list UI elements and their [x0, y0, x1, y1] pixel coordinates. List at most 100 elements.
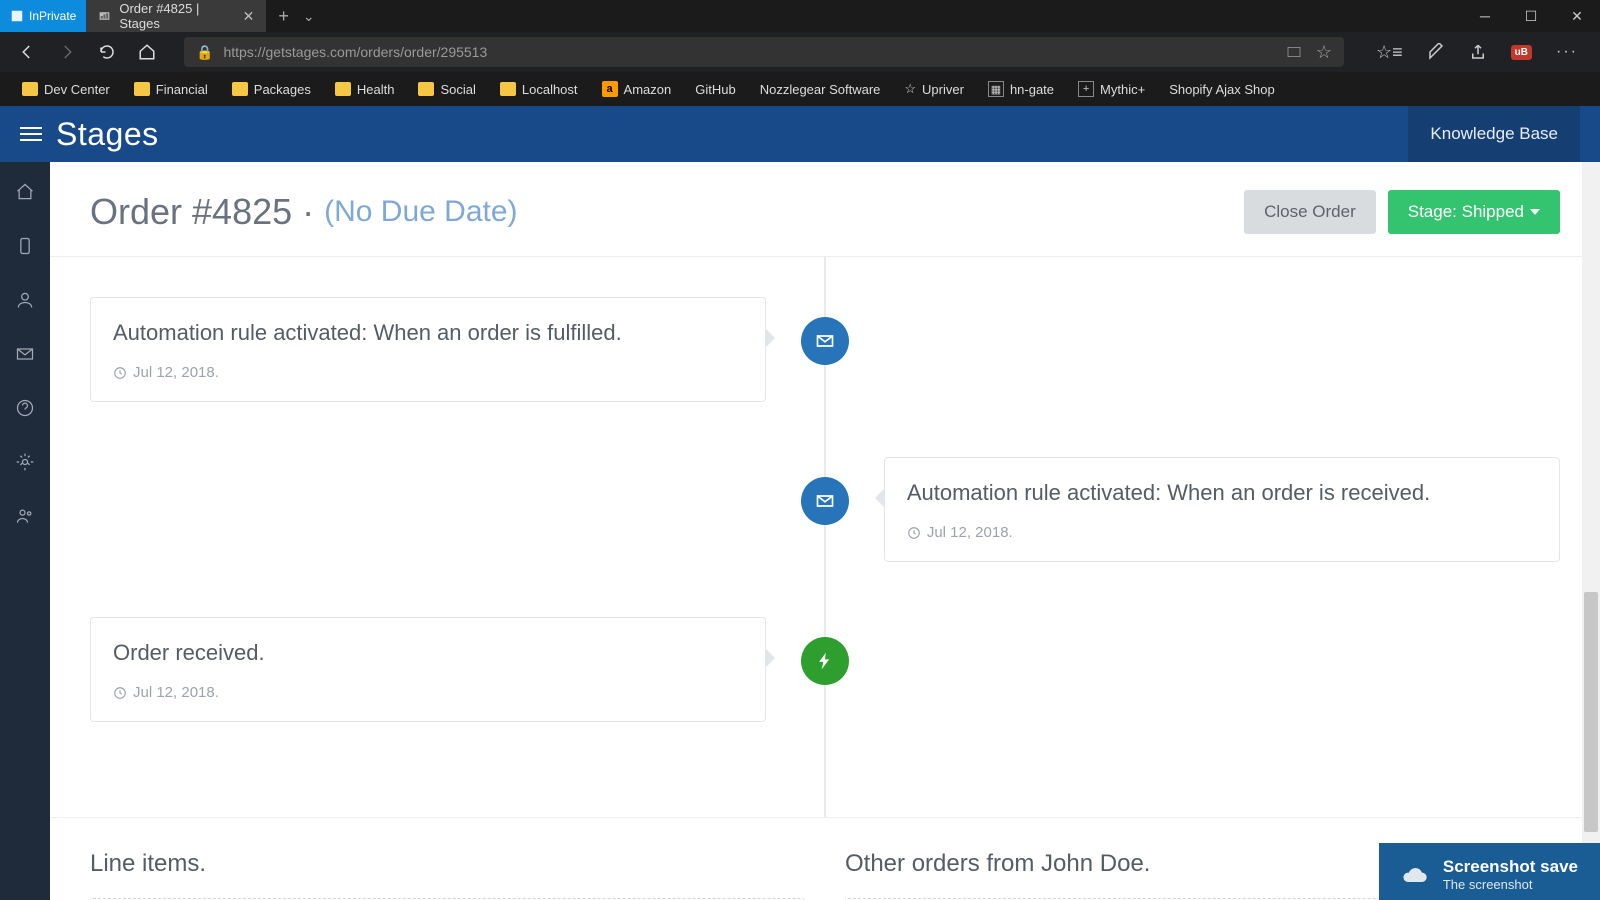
- scrollbar-thumb[interactable]: [1584, 592, 1598, 832]
- bookmark-label: Financial: [156, 82, 208, 97]
- clock-icon: [113, 686, 127, 700]
- due-date-link[interactable]: (No Due Date): [324, 195, 517, 229]
- tab-title: Order #4825 | Stages: [119, 1, 234, 31]
- tab-controls: + ⌄: [266, 6, 326, 27]
- bookmark-label: Packages: [254, 82, 311, 97]
- bookmark-item[interactable]: aAmazon: [592, 77, 682, 101]
- nav-icons: [8, 43, 166, 61]
- envelope-icon: [815, 331, 835, 351]
- more-icon[interactable]: ···: [1556, 43, 1578, 61]
- bookmarks-bar: Dev Center Financial Packages Health SocialL…: [0, 72, 1600, 106]
- cloud-icon: [1401, 861, 1429, 889]
- bookmark-item[interactable]: + Mythic+: [1068, 77, 1155, 101]
- refresh-icon[interactable]: [98, 43, 116, 61]
- timeline-row: Order received.Jul 12, 2018.: [90, 617, 1560, 747]
- inprivate-label: InPrivate: [29, 9, 76, 23]
- address-bar[interactable]: 🔒 https://getstages.com/orders/order/295…: [184, 37, 1344, 67]
- screenshot-toast[interactable]: Screenshot save The screenshot: [1379, 843, 1600, 900]
- ublock-icon[interactable]: uB: [1511, 45, 1532, 60]
- user-nav-icon[interactable]: [15, 290, 35, 310]
- content: Order #4825 · (No Due Date) Close Order …: [50, 162, 1600, 900]
- notes-icon[interactable]: [1427, 43, 1445, 61]
- folder-icon: [500, 82, 516, 96]
- bookmark-item[interactable]: Financial: [124, 78, 218, 101]
- sidebar: [0, 162, 50, 900]
- bookmark-item[interactable]: ☆Upriver: [894, 77, 974, 101]
- favorites-icon[interactable]: ☆≡: [1376, 42, 1403, 63]
- bookmark-item[interactable]: Dev Center: [12, 78, 120, 101]
- bookmark-label: GitHub: [695, 82, 735, 97]
- browser-tab[interactable]: Order #4825 | Stages ✕: [86, 0, 266, 32]
- bookmark-item[interactable]: Social: [408, 78, 485, 101]
- bookmark-label: hn-gate: [1010, 82, 1054, 97]
- reading-view-icon[interactable]: [1286, 44, 1302, 60]
- bookmark-label: Shopify Ajax Shop: [1169, 82, 1275, 97]
- bolt-badge: [801, 637, 849, 685]
- settings-nav-icon[interactable]: [15, 452, 35, 472]
- close-window-icon[interactable]: ✕: [1554, 0, 1600, 32]
- bookmark-item[interactable]: ▦hn-gate: [978, 77, 1064, 101]
- bookmark-label: Dev Center: [44, 82, 110, 97]
- clock-icon: [113, 366, 127, 380]
- timeline-card-title: Automation rule activated: When an order…: [907, 480, 1537, 506]
- share-icon[interactable]: [1469, 43, 1487, 61]
- bookmark-item[interactable]: Nozzlegear Software: [750, 78, 891, 101]
- address-row: 🔒 https://getstages.com/orders/order/295…: [0, 32, 1600, 72]
- minimize-icon[interactable]: ─: [1462, 0, 1508, 32]
- order-title: Order #4825 ·: [90, 191, 314, 233]
- plus-icon: +: [1078, 81, 1094, 97]
- help-nav-icon[interactable]: [15, 398, 35, 418]
- content-wrap: Order #4825 · (No Due Date) Close Order …: [50, 162, 1600, 900]
- hamburger-icon[interactable]: [20, 127, 42, 141]
- folder-icon: [232, 82, 248, 96]
- caret-down-icon: [1530, 209, 1540, 215]
- knowledge-base-link[interactable]: Knowledge Base: [1408, 106, 1580, 162]
- stage-label: Stage: Shipped: [1408, 202, 1524, 222]
- maximize-icon[interactable]: ☐: [1508, 0, 1554, 32]
- device-nav-icon[interactable]: [15, 236, 35, 256]
- favorite-star-icon[interactable]: ☆: [1316, 42, 1332, 63]
- home-icon[interactable]: [138, 43, 156, 61]
- bookmark-item[interactable]: Shopify Ajax Shop: [1159, 78, 1285, 101]
- mail-nav-icon[interactable]: [15, 344, 35, 364]
- new-tab-icon[interactable]: +: [278, 6, 289, 27]
- scrollbar[interactable]: [1582, 162, 1600, 900]
- timeline-row: Automation rule activated: When an order…: [90, 297, 1560, 427]
- folder-icon: [22, 82, 38, 96]
- bookmark-label: Upriver: [922, 82, 964, 97]
- timeline-card[interactable]: Order received.Jul 12, 2018.: [90, 617, 766, 722]
- timeline-card-date: Jul 12, 2018.: [907, 524, 1537, 541]
- timeline-card[interactable]: Automation rule activated: When an order…: [90, 297, 766, 402]
- timeline-card-title: Automation rule activated: When an order…: [113, 320, 743, 346]
- tab-menu-icon[interactable]: ⌄: [303, 8, 315, 25]
- app-body: Order #4825 · (No Due Date) Close Order …: [0, 162, 1600, 900]
- bookmark-label: Amazon: [624, 82, 672, 97]
- timeline-card-date: Jul 12, 2018.: [113, 364, 743, 381]
- bookmark-item[interactable]: GitHub: [685, 78, 745, 101]
- timeline-card[interactable]: Automation rule activated: When an order…: [884, 457, 1560, 562]
- bookmark-label: Mythic+: [1100, 82, 1145, 97]
- folder-icon: [134, 82, 150, 96]
- bolt-icon: [815, 651, 835, 671]
- line-items-title: Line items.: [90, 850, 805, 878]
- timeline-card-date: Jul 12, 2018.: [113, 684, 743, 701]
- back-icon[interactable]: [18, 43, 36, 61]
- header-actions: Close Order Stage: Shipped: [1244, 190, 1560, 234]
- app-title: Stages: [56, 116, 159, 153]
- inprivate-icon: [10, 9, 24, 23]
- tab-close-icon[interactable]: ✕: [243, 8, 255, 25]
- bookmark-item[interactable]: Health: [325, 78, 405, 101]
- clock-icon: [907, 526, 921, 540]
- bookmark-item[interactable]: Localhost: [490, 78, 588, 101]
- close-order-button[interactable]: Close Order: [1244, 190, 1376, 234]
- envelope-badge: [801, 317, 849, 365]
- users-nav-icon[interactable]: [15, 506, 35, 526]
- timeline-row: Automation rule activated: When an order…: [90, 457, 1560, 587]
- bookmark-item[interactable]: Packages: [222, 78, 321, 101]
- sections: Line items. Other orders from John Doe.: [50, 817, 1600, 900]
- home-nav-icon[interactable]: [15, 182, 35, 202]
- bookmark-label: Health: [357, 82, 395, 97]
- forward-icon[interactable]: [58, 43, 76, 61]
- toast-sub: The screenshot: [1443, 877, 1578, 892]
- stage-dropdown-button[interactable]: Stage: Shipped: [1388, 190, 1560, 234]
